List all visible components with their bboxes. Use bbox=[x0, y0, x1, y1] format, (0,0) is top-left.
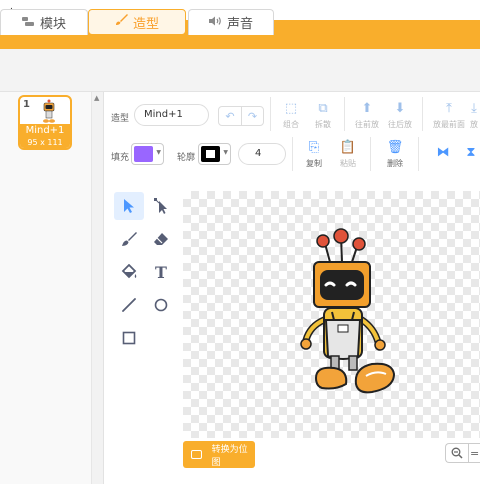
copy-label: 复制 bbox=[306, 159, 322, 168]
outline-width-input[interactable]: 4 bbox=[238, 143, 286, 165]
undo-button[interactable]: ↶ bbox=[219, 107, 241, 125]
brush-icon bbox=[115, 14, 128, 30]
zoom-out-button[interactable] bbox=[446, 444, 468, 462]
outline-label: 轮廓 bbox=[177, 153, 196, 163]
code-blocks-icon bbox=[21, 15, 35, 30]
front-button[interactable]: ⤒ 放最前面 bbox=[430, 100, 468, 130]
divider bbox=[418, 137, 419, 171]
tab-sounds[interactable]: 声音 bbox=[188, 9, 274, 35]
ungroup-icon: ⧉ bbox=[318, 101, 328, 116]
flip-horizontal-button[interactable]: ⧓ bbox=[428, 144, 458, 161]
ungroup-button[interactable]: ⧉ 拆散 bbox=[308, 100, 338, 130]
divider bbox=[292, 137, 293, 171]
fill-swatch bbox=[134, 146, 153, 162]
front-label: 放最前面 bbox=[433, 120, 465, 129]
copy-icon: ⎘ bbox=[308, 140, 320, 155]
tab-code-label: 模块 bbox=[39, 17, 66, 32]
delete-button[interactable]: 🗑 删除 bbox=[380, 139, 410, 169]
reshape-tool[interactable] bbox=[146, 192, 176, 220]
arrow-up-icon: ⬆ bbox=[361, 101, 373, 116]
text-tool[interactable]: T bbox=[146, 258, 176, 286]
costume-list-panel bbox=[0, 92, 92, 484]
tab-code[interactable]: 模块 bbox=[0, 9, 88, 35]
backward-label: 往后放 bbox=[388, 120, 412, 129]
divider bbox=[370, 137, 371, 171]
fill-color-picker[interactable]: ▼ bbox=[131, 143, 164, 165]
fill-tool[interactable] bbox=[114, 258, 144, 286]
costume-index: 1 bbox=[23, 99, 30, 110]
ungroup-label: 拆散 bbox=[315, 120, 331, 129]
redo-icon: ↷ bbox=[247, 109, 258, 123]
costume-size: 95 x 111 bbox=[20, 137, 70, 148]
delete-label: 删除 bbox=[387, 159, 403, 168]
tab-costumes-label: 造型 bbox=[132, 16, 159, 32]
chevron-down-icon: ▼ bbox=[223, 149, 228, 156]
arrow-top-icon: ⤒ bbox=[446, 101, 452, 116]
chevron-down-icon: ▼ bbox=[156, 149, 161, 156]
copy-button[interactable]: ⎘ 复制 bbox=[299, 139, 329, 169]
group-button[interactable]: ⬚ 组合 bbox=[276, 100, 306, 130]
costume-name: Mind+1 bbox=[20, 124, 70, 137]
zoom-controls: = bbox=[445, 443, 480, 463]
paintbrush-icon bbox=[122, 232, 137, 246]
divider bbox=[422, 97, 423, 131]
text-t-icon: T bbox=[155, 262, 167, 282]
eraser-icon bbox=[154, 233, 168, 245]
costume-thumbnail bbox=[43, 99, 55, 123]
eraser-tool[interactable] bbox=[146, 225, 176, 253]
flip-vertical-button[interactable]: ⧗ bbox=[462, 144, 480, 161]
outline-swatch bbox=[201, 146, 220, 162]
undo-redo-group: ↶ ↷ bbox=[218, 106, 264, 126]
circle-icon bbox=[154, 298, 168, 312]
costume-name-label: 造型 bbox=[111, 114, 130, 124]
rectangle-tool[interactable] bbox=[114, 324, 144, 352]
reshape-cursor-icon bbox=[154, 198, 167, 214]
circle-tool[interactable] bbox=[146, 291, 176, 319]
line-tool[interactable] bbox=[114, 291, 144, 319]
robot-sprite[interactable] bbox=[296, 228, 400, 398]
undo-icon: ↶ bbox=[225, 109, 235, 123]
rectangle-icon bbox=[122, 331, 136, 345]
paste-button[interactable]: 📋 粘贴 bbox=[333, 139, 363, 169]
paste-icon: 📋 bbox=[339, 140, 357, 155]
back-label: 放 bbox=[470, 120, 478, 129]
flip-horizontal-icon: ⧓ bbox=[436, 145, 450, 160]
image-icon bbox=[191, 450, 202, 459]
divider bbox=[270, 97, 271, 131]
scroll-up-icon[interactable]: ▲ bbox=[94, 94, 99, 102]
line-icon bbox=[122, 298, 136, 312]
tab-costumes[interactable]: 造型 bbox=[88, 9, 186, 35]
arrow-bottom-icon: ⤓ bbox=[471, 101, 477, 116]
forward-label: 往前放 bbox=[355, 120, 379, 129]
group-icon: ⬚ bbox=[284, 101, 298, 116]
list-scrollbar[interactable]: ▲ bbox=[92, 92, 104, 484]
editor-tabs bbox=[0, 49, 480, 92]
trash-icon: 🗑 bbox=[386, 140, 404, 155]
costume-name-input[interactable]: Mind+1 bbox=[134, 104, 209, 126]
forward-button[interactable]: ⬆ 往前放 bbox=[352, 100, 382, 130]
back-button[interactable]: ⤓ 放 bbox=[468, 100, 480, 130]
convert-to-bitmap-label: 转换为位图 bbox=[211, 444, 248, 468]
arrow-down-icon: ⬇ bbox=[394, 101, 406, 116]
select-tool[interactable] bbox=[114, 192, 144, 220]
tab-sounds-label: 声音 bbox=[226, 17, 253, 32]
costume-item[interactable]: 1 Mind+1 95 x 111 bbox=[18, 95, 72, 150]
flip-vertical-icon: ⧗ bbox=[466, 145, 476, 160]
arrow-cursor-icon bbox=[124, 199, 134, 213]
convert-to-bitmap-button[interactable]: 转换为位图 bbox=[183, 441, 255, 468]
zoom-out-icon bbox=[451, 447, 463, 459]
redo-button[interactable]: ↷ bbox=[240, 107, 263, 125]
zoom-reset-button[interactable]: = bbox=[468, 444, 480, 462]
brush-tool[interactable] bbox=[114, 225, 144, 253]
divider bbox=[344, 97, 345, 131]
outline-color-picker[interactable]: ▼ bbox=[198, 143, 231, 165]
speaker-icon bbox=[208, 15, 222, 30]
fill-label: 填充 bbox=[111, 153, 130, 163]
paste-label: 粘贴 bbox=[340, 159, 356, 168]
paint-bucket-icon bbox=[121, 264, 137, 279]
group-label: 组合 bbox=[283, 120, 299, 129]
backward-button[interactable]: ⬇ 往后放 bbox=[385, 100, 415, 130]
